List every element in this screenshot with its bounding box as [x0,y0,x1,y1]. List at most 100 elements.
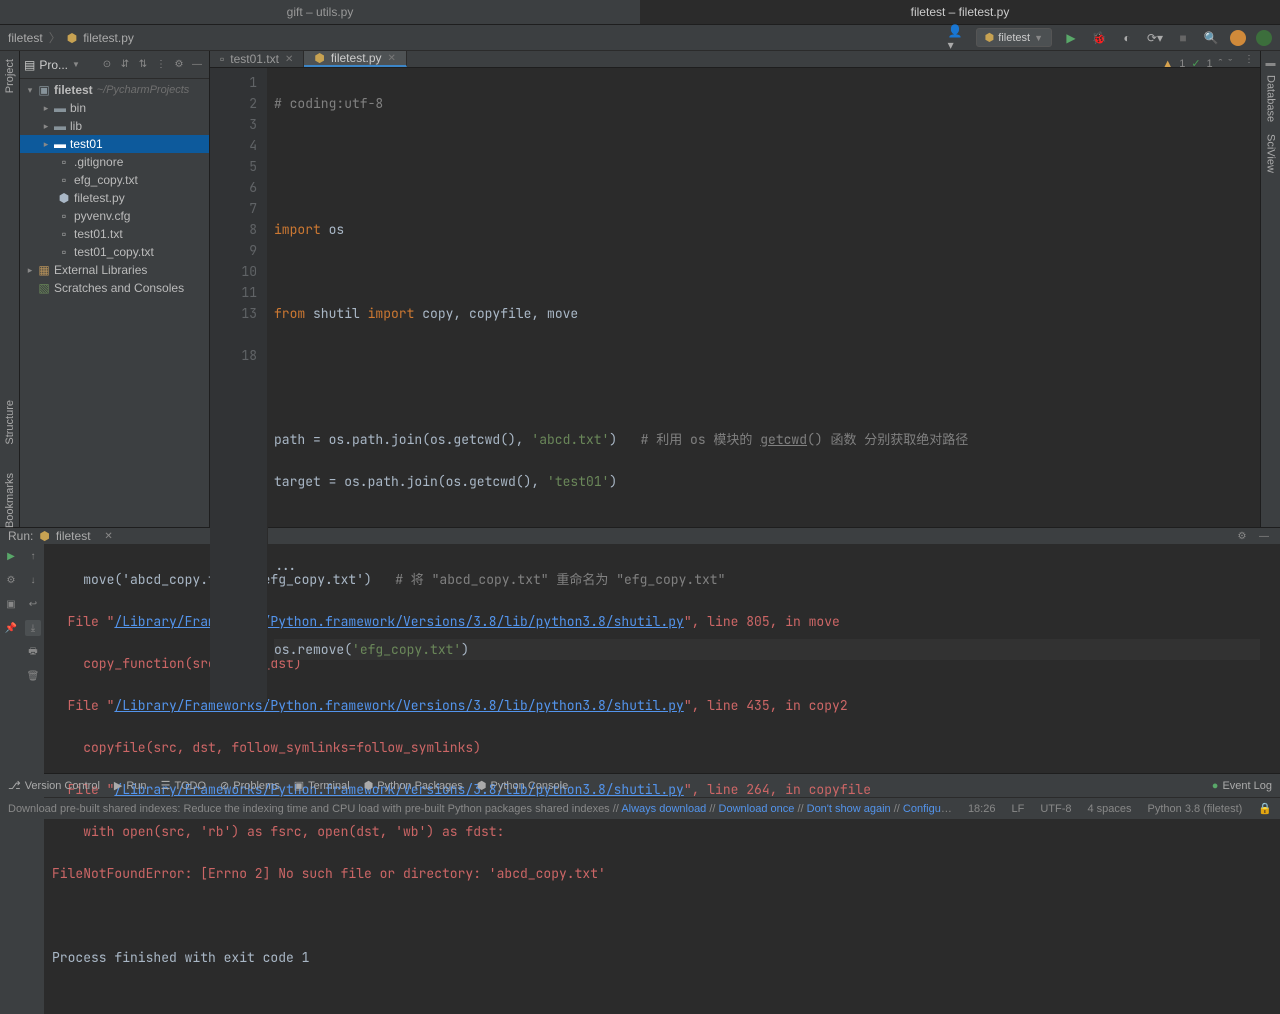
window-tab-left[interactable]: gift – utils.py [0,0,640,24]
tree-hint: ~/PycharmProjects [97,84,190,96]
breadcrumb-root[interactable]: filetest [8,31,43,45]
search-everywhere-icon[interactable]: 🔍 [1202,29,1220,47]
todo-icon: ☰ [161,779,171,792]
tab-options-icon[interactable]: ⋮ [1244,51,1260,67]
editor-tab-py[interactable]: ⬢ filetest.py ✕ [304,51,407,67]
show-options-icon[interactable]: ⋮ [153,57,169,73]
left-tool-stripe-lower: Structure Bookmarks [0,400,20,536]
tree-file-filetest-py[interactable]: ⬢ filetest.py [20,189,209,207]
tree-folder-bin[interactable]: ▸ ▬ bin [20,99,209,117]
text-file-icon: ▫ [56,245,72,259]
status-indent[interactable]: 4 spaces [1087,803,1131,815]
tool-tab-sciview[interactable]: SciView [1265,134,1277,173]
run-config-selector[interactable]: ⬢ filetest ▼ [976,28,1052,47]
expand-all-icon[interactable]: ⇵ [117,57,133,73]
chevron-right-icon: ▸ [40,103,52,114]
print-icon[interactable]: 🖶 [25,644,41,660]
coverage-button[interactable]: ◐ [1118,29,1136,47]
close-icon[interactable]: ✕ [388,53,396,64]
status-interpreter[interactable]: Python 3.8 (filetest) [1148,803,1243,815]
close-icon[interactable]: ✕ [101,528,117,544]
project-panel-title[interactable]: ▤ Pro... ▼ [24,58,97,72]
close-icon[interactable]: ✕ [285,54,293,65]
breadcrumb-file[interactable]: filetest.py [83,31,134,45]
window-tab-right[interactable]: filetest – filetest.py [640,0,1280,24]
soft-wrap-icon[interactable]: ↩ [25,596,41,612]
tree-file-test01-copy[interactable]: ▫ test01_copy.txt [20,243,209,261]
code-editor[interactable]: 123456789101113 18 # coding:utf-8 import… [210,68,1260,702]
scroll-to-end-icon[interactable]: ⤓ [25,620,41,636]
editor-tab-txt[interactable]: ▫ test01.txt ✕ [210,51,304,67]
python-file-icon: ⬢ [314,51,324,65]
chevron-right-icon: 〉 [49,29,61,46]
tree-file-pyvenv[interactable]: ▫ pyvenv.cfg [20,207,209,225]
tree-label: filetest.py [74,191,125,205]
tool-tab-bookmarks[interactable]: Bookmarks [4,473,16,528]
tree-file-efg-copy[interactable]: ▫ efg_copy.txt [20,171,209,189]
tool-python-packages[interactable]: ⬢Python Packages [364,779,463,792]
link-download-once[interactable]: Download once [719,803,795,815]
run-button[interactable]: ▶ [1062,29,1080,47]
link-configure[interactable]: Configure... [903,803,952,815]
notifications-icon[interactable]: ▬ [1263,55,1279,71]
tree-file-test01-txt[interactable]: ▫ test01.txt [20,225,209,243]
python-icon: ⬢ [985,31,995,44]
tree-scratches[interactable]: ▧ Scratches and Consoles [20,279,209,297]
tree-folder-test01[interactable]: ▸ ▬ test01 [20,135,209,153]
folder-icon: ▬ [52,101,68,115]
down-icon[interactable]: ↓ [25,572,41,588]
layout-icon[interactable]: ▣ [3,596,19,612]
tool-run[interactable]: ▶Run [114,779,147,792]
tree-label: bin [70,101,86,115]
tool-tab-project[interactable]: Project [4,59,16,93]
clear-icon[interactable]: 🗑 [25,668,41,684]
run-config-name: filetest [998,32,1030,44]
up-icon[interactable]: ↑ [25,548,41,564]
gear-icon[interactable]: ⚙ [171,57,187,73]
folder-icon: ▬ [52,119,68,133]
status-encoding[interactable]: UTF-8 [1040,803,1071,815]
tool-tab-database[interactable]: Database [1265,75,1277,122]
tool-tab-structure[interactable]: Structure [4,400,16,445]
debug-button[interactable]: 🐞 [1090,29,1108,47]
avatar[interactable] [1230,30,1246,46]
folder-icon: ▣ [36,83,52,97]
editor-tab-label: test01.txt [230,52,279,66]
tool-todo[interactable]: ☰TODO [161,779,206,792]
user-icon[interactable]: 👤▾ [948,29,966,47]
tree-folder-lib[interactable]: ▸ ▬ lib [20,117,209,135]
stop-button[interactable]: ■ [1174,29,1192,47]
tool-version-control[interactable]: ⎇Version Control [8,779,100,792]
settings-sync-icon[interactable] [1256,30,1272,46]
tree-external-libs[interactable]: ▸ ▦ External Libraries [20,261,209,279]
lock-icon[interactable]: 🔒 [1258,802,1272,815]
tree-label: filetest [54,83,93,97]
tree-label: test01.txt [74,227,123,241]
rerun-button[interactable]: ▶ [3,548,19,564]
python-icon: ⬢ [477,779,487,792]
code-content[interactable]: # coding:utf-8 import os from shutil imp… [268,68,1260,702]
tool-problems[interactable]: ⊘Problems [220,779,280,792]
link-dont-show[interactable]: Don't show again [807,803,891,815]
tree-root[interactable]: ▾ ▣ filetest ~/PycharmProjects [20,81,209,99]
project-panel-title-text: Pro... [39,58,68,72]
right-tool-stripe: ▬ Database SciView [1260,51,1280,527]
collapse-all-icon[interactable]: ⇅ [135,57,151,73]
tree-label: lib [70,119,82,133]
status-line-ending[interactable]: LF [1011,803,1024,815]
chevron-down-icon: ▼ [1034,33,1043,43]
text-file-icon: ▫ [220,52,224,66]
folder-icon: ▬ [52,137,68,151]
pin-icon[interactable]: 📌 [3,620,19,636]
navigation-bar: filetest 〉 ⬢ filetest.py 👤▾ ⬢ filetest ▼… [0,25,1280,51]
stop-button[interactable]: ⚙ [3,572,19,588]
hide-icon[interactable]: — [189,57,205,73]
text-file-icon: ▫ [56,173,72,187]
tool-terminal[interactable]: ▣Terminal [294,779,350,792]
link-always-download[interactable]: Always download [621,803,706,815]
tree-file-gitignore[interactable]: ▫ .gitignore [20,153,209,171]
tool-python-console[interactable]: ⬢Python Console [477,779,568,792]
tool-event-log[interactable]: ●Event Log [1212,780,1272,792]
select-opened-file-icon[interactable]: ⊙ [99,57,115,73]
profile-button[interactable]: ⟳▾ [1146,29,1164,47]
